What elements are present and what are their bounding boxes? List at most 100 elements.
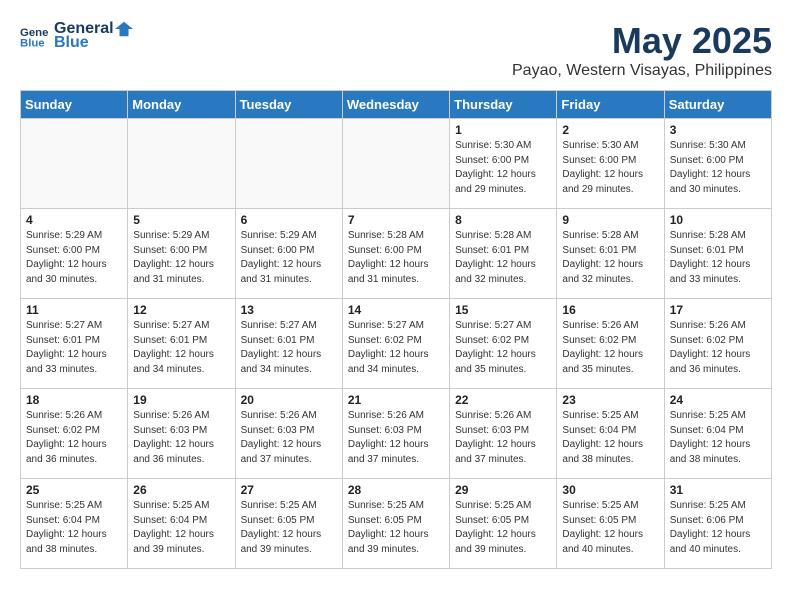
day-number: 17: [670, 303, 766, 317]
calendar-cell: 23 Sunrise: 5:25 AMSunset: 6:04 PMDayligh…: [557, 389, 664, 479]
day-info: Sunrise: 5:25 AMSunset: 6:04 PMDaylight:…: [670, 409, 766, 467]
col-header-sunday: Sunday: [21, 91, 128, 119]
day-info: Sunrise: 5:25 AMSunset: 6:05 PMDaylight:…: [455, 499, 551, 557]
calendar-cell: 25 Sunrise: 5:25 AMSunset: 6:04 PMDayligh…: [21, 479, 128, 569]
day-number: 11: [26, 303, 122, 317]
day-info: Sunrise: 5:26 AMSunset: 6:02 PMDaylight:…: [670, 319, 766, 377]
calendar-cell: 17 Sunrise: 5:26 AMSunset: 6:02 PMDayligh…: [664, 299, 771, 389]
calendar-cell: 22 Sunrise: 5:26 AMSunset: 6:03 PMDayligh…: [450, 389, 557, 479]
day-number: 10: [670, 213, 766, 227]
day-info: Sunrise: 5:25 AMSunset: 6:04 PMDaylight:…: [562, 409, 658, 467]
calendar-cell: 19Sunrise: 5:26 AMSunset: 6:03 PMDayligh…: [128, 389, 235, 479]
day-info: Sunrise: 5:26 AMSunset: 6:02 PMDaylight:…: [562, 319, 658, 377]
calendar-cell: 14 Sunrise: 5:27 AMSunset: 6:02 PMDayligh…: [342, 299, 449, 389]
day-info: Sunrise: 5:29 AMSunset: 6:00 PMDaylight:…: [26, 229, 122, 287]
day-number: 4: [26, 213, 122, 227]
day-info: Sunrise: 5:27 AMSunset: 6:02 PMDaylight:…: [348, 319, 444, 377]
calendar-cell: 20Sunrise: 5:26 AMSunset: 6:03 PMDayligh…: [235, 389, 342, 479]
calendar-cell: 27 Sunrise: 5:25 AMSunset: 6:05 PMDayligh…: [235, 479, 342, 569]
day-number: 5: [133, 213, 229, 227]
day-number: 3: [670, 123, 766, 137]
calendar-cell: [128, 119, 235, 209]
day-info: Sunrise: 5:25 AMSunset: 6:05 PMDaylight:…: [348, 499, 444, 557]
calendar-cell: 31Sunrise: 5:25 AMSunset: 6:06 PMDayligh…: [664, 479, 771, 569]
col-header-tuesday: Tuesday: [235, 91, 342, 119]
title-area: May 2025 Payao, Western Visayas, Philipp…: [512, 20, 772, 80]
day-info: Sunrise: 5:30 AMSunset: 6:00 PMDaylight:…: [455, 139, 551, 197]
day-number: 23: [562, 393, 658, 407]
calendar-cell: 12Sunrise: 5:27 AMSunset: 6:01 PMDayligh…: [128, 299, 235, 389]
calendar-week-row: 4 Sunrise: 5:29 AMSunset: 6:00 PMDaylight…: [21, 209, 772, 299]
calendar-week-row: 25 Sunrise: 5:25 AMSunset: 6:04 PMDayligh…: [21, 479, 772, 569]
calendar-cell: 18 Sunrise: 5:26 AMSunset: 6:02 PMDayligh…: [21, 389, 128, 479]
day-info: Sunrise: 5:26 AMSunset: 6:02 PMDaylight:…: [26, 409, 122, 467]
day-info: Sunrise: 5:29 AMSunset: 6:00 PMDaylight:…: [241, 229, 337, 287]
calendar-cell: 1Sunrise: 5:30 AMSunset: 6:00 PMDaylight…: [450, 119, 557, 209]
day-info: Sunrise: 5:29 AMSunset: 6:00 PMDaylight:…: [133, 229, 229, 287]
col-header-friday: Friday: [557, 91, 664, 119]
calendar-cell: [21, 119, 128, 209]
day-info: Sunrise: 5:25 AMSunset: 6:04 PMDaylight:…: [26, 499, 122, 557]
day-info: Sunrise: 5:27 AMSunset: 6:01 PMDaylight:…: [241, 319, 337, 377]
day-number: 19: [133, 393, 229, 407]
day-number: 25: [26, 483, 122, 497]
day-number: 20: [241, 393, 337, 407]
calendar-week-row: 1Sunrise: 5:30 AMSunset: 6:00 PMDaylight…: [21, 119, 772, 209]
day-number: 9: [562, 213, 658, 227]
calendar-cell: 15Sunrise: 5:27 AMSunset: 6:02 PMDayligh…: [450, 299, 557, 389]
day-number: 29: [455, 483, 551, 497]
calendar-cell: 28 Sunrise: 5:25 AMSunset: 6:05 PMDayligh…: [342, 479, 449, 569]
day-info: Sunrise: 5:27 AMSunset: 6:01 PMDaylight:…: [26, 319, 122, 377]
calendar-cell: [235, 119, 342, 209]
day-number: 6: [241, 213, 337, 227]
calendar-cell: 13 Sunrise: 5:27 AMSunset: 6:01 PMDayligh…: [235, 299, 342, 389]
calendar-cell: 11 Sunrise: 5:27 AMSunset: 6:01 PMDayligh…: [21, 299, 128, 389]
day-info: Sunrise: 5:26 AMSunset: 6:03 PMDaylight:…: [348, 409, 444, 467]
day-info: Sunrise: 5:26 AMSunset: 6:03 PMDaylight:…: [455, 409, 551, 467]
calendar-table: SundayMondayTuesdayWednesdayThursdayFrid…: [20, 90, 772, 569]
calendar-cell: 6 Sunrise: 5:29 AMSunset: 6:00 PMDaylight…: [235, 209, 342, 299]
day-info: Sunrise: 5:25 AMSunset: 6:05 PMDaylight:…: [241, 499, 337, 557]
day-info: Sunrise: 5:28 AMSunset: 6:01 PMDaylight:…: [455, 229, 551, 287]
svg-text:Blue: Blue: [20, 38, 45, 50]
day-info: Sunrise: 5:25 AMSunset: 6:05 PMDaylight:…: [562, 499, 658, 557]
calendar-cell: 2Sunrise: 5:30 AMSunset: 6:00 PMDaylight…: [557, 119, 664, 209]
day-number: 2: [562, 123, 658, 137]
day-number: 30: [562, 483, 658, 497]
calendar-week-row: 11 Sunrise: 5:27 AMSunset: 6:01 PMDayligh…: [21, 299, 772, 389]
calendar-cell: 10 Sunrise: 5:28 AMSunset: 6:01 PMDayligh…: [664, 209, 771, 299]
day-info: Sunrise: 5:27 AMSunset: 6:01 PMDaylight:…: [133, 319, 229, 377]
calendar-cell: 4 Sunrise: 5:29 AMSunset: 6:00 PMDaylight…: [21, 209, 128, 299]
calendar-cell: 29 Sunrise: 5:25 AMSunset: 6:05 PMDayligh…: [450, 479, 557, 569]
day-number: 13: [241, 303, 337, 317]
calendar-cell: 9Sunrise: 5:28 AMSunset: 6:01 PMDaylight…: [557, 209, 664, 299]
col-header-monday: Monday: [128, 91, 235, 119]
calendar-cell: 7Sunrise: 5:28 AMSunset: 6:00 PMDaylight…: [342, 209, 449, 299]
day-number: 21: [348, 393, 444, 407]
day-info: Sunrise: 5:30 AMSunset: 6:00 PMDaylight:…: [670, 139, 766, 197]
day-number: 28: [348, 483, 444, 497]
day-number: 7: [348, 213, 444, 227]
day-info: Sunrise: 5:25 AMSunset: 6:06 PMDaylight:…: [670, 499, 766, 557]
calendar-cell: 21 Sunrise: 5:26 AMSunset: 6:03 PMDayligh…: [342, 389, 449, 479]
calendar-cell: 16 Sunrise: 5:26 AMSunset: 6:02 PMDayligh…: [557, 299, 664, 389]
day-number: 16: [562, 303, 658, 317]
logo-blue: Blue: [54, 34, 133, 52]
page-header: General Blue General Blue May 2025 Payao…: [20, 20, 772, 80]
day-number: 26: [133, 483, 229, 497]
location-subtitle: Payao, Western Visayas, Philippines: [512, 62, 772, 80]
calendar-cell: [342, 119, 449, 209]
day-number: 14: [348, 303, 444, 317]
col-header-thursday: Thursday: [450, 91, 557, 119]
day-number: 27: [241, 483, 337, 497]
logo-icon: General Blue: [20, 22, 48, 50]
calendar-cell: 3 Sunrise: 5:30 AMSunset: 6:00 PMDaylight…: [664, 119, 771, 209]
calendar-cell: 8 Sunrise: 5:28 AMSunset: 6:01 PMDaylight…: [450, 209, 557, 299]
day-number: 8: [455, 213, 551, 227]
day-info: Sunrise: 5:28 AMSunset: 6:01 PMDaylight:…: [670, 229, 766, 287]
calendar-cell: 5 Sunrise: 5:29 AMSunset: 6:00 PMDaylight…: [128, 209, 235, 299]
day-number: 22: [455, 393, 551, 407]
calendar-header-row: SundayMondayTuesdayWednesdayThursdayFrid…: [21, 91, 772, 119]
day-info: Sunrise: 5:27 AMSunset: 6:02 PMDaylight:…: [455, 319, 551, 377]
day-number: 18: [26, 393, 122, 407]
